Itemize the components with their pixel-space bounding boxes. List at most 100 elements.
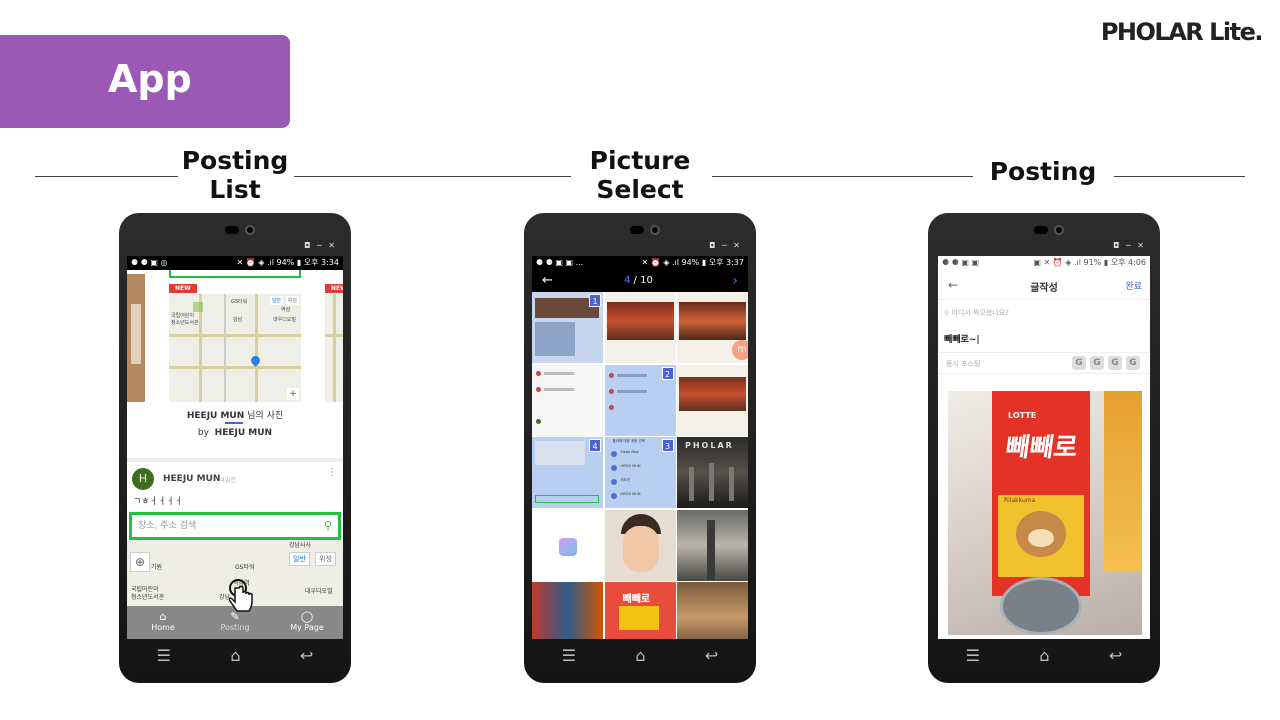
tab-home[interactable]: ⌂ Home	[133, 610, 193, 639]
photo-thumb[interactable]: 플라에 대한 계정 선택 Sleep Moo HEEJU MUN 최도진 HEE…	[604, 437, 676, 508]
share-g-icon[interactable]: G	[1126, 356, 1140, 370]
map-label: GS타워	[235, 564, 255, 571]
menu-icon[interactable]: ☰	[157, 646, 171, 665]
home-button-icon[interactable]: ⌂	[230, 646, 240, 665]
photo-product-text: 빼빼로	[1003, 433, 1080, 463]
back-icon[interactable]: ↩	[300, 646, 313, 665]
status-icons: ⚈ ⚈ ▣ ▣ ...	[536, 258, 584, 267]
map-thumbnail-frame	[169, 270, 301, 278]
photo-snack-label: 빼빼로	[622, 594, 651, 605]
map-label: 대우디오빌	[305, 588, 333, 595]
map-toggle-satellite[interactable]: 위성	[285, 296, 299, 305]
selected-photo[interactable]: LOTTE 빼빼로 Rilakkuma	[948, 391, 1142, 635]
back-icon[interactable]: ↩	[705, 646, 718, 665]
photo-thumb[interactable]	[604, 292, 676, 363]
home-button-icon[interactable]: ⌂	[635, 646, 645, 665]
avatar[interactable]: H	[132, 468, 154, 490]
map-thumbnail[interactable]: GS타워 역삼 국립어린이 청소년도서관 강남 대우디오빌 일반 위성 +	[169, 294, 301, 402]
photo-thumb[interactable]: 4	[532, 437, 603, 508]
photo-thumb[interactable]: 1	[532, 292, 603, 363]
section-title-posting: Posting	[983, 157, 1103, 186]
map-toggle-satellite[interactable]: 위성	[315, 552, 336, 566]
divider-line	[294, 176, 571, 177]
post-text-input[interactable]: 빼빼로~|	[944, 332, 980, 345]
photo-thumb[interactable]	[677, 509, 748, 581]
card-title-suffix: 님의 사진	[244, 411, 284, 421]
account-item: 최도진	[620, 478, 631, 482]
window-controls[interactable]: ◘ ─ ✕	[709, 241, 742, 250]
home-button-icon[interactable]: ⌂	[1039, 646, 1049, 665]
post-username[interactable]: HEEJU MUN	[163, 474, 220, 484]
map-label: 역삼	[281, 307, 291, 313]
done-button[interactable]: 완료	[1125, 279, 1142, 292]
back-icon[interactable]: ↩	[1109, 646, 1122, 665]
section-title-line: Select	[596, 175, 684, 204]
location-placeholder: 어디서 찍으셨나요?	[951, 309, 1009, 317]
photo-thumb[interactable]: m	[677, 292, 748, 363]
next-arrow-icon[interactable]: ›	[732, 270, 738, 292]
selection-total: / 10	[630, 275, 653, 286]
photo-thumb[interactable]: 2	[604, 364, 676, 436]
menu-icon[interactable]: ☰	[966, 646, 980, 665]
card-by-user[interactable]: HEEJU MUN	[215, 428, 272, 438]
account-item: HEEJU MUN	[620, 492, 641, 496]
carousel-card-next[interactable]	[325, 294, 343, 402]
post-text: ㄱㅎㅓㅓㅓㅓ	[133, 497, 183, 507]
photo-thumb[interactable]: PHOLAR	[677, 437, 748, 508]
android-nav-bar: ☰ ⌂ ↩	[532, 639, 748, 671]
share-row: 동시 포스팅 G G G G	[938, 352, 1150, 374]
selection-number: 1	[589, 294, 601, 307]
card-title-underline	[225, 422, 243, 424]
phone-posting-list: ◘ ─ ✕ ⚈ ⚈ ▣ ◎ ✕ ⏰ ◈ .ıl 94% ▮ 오후 3:34 NE…	[119, 213, 351, 683]
map-toggle-normal[interactable]: 일반	[289, 552, 310, 566]
section-title-line: Picture	[589, 146, 691, 175]
locate-me-icon[interactable]: ⊕	[130, 552, 150, 572]
map-label: 강남사사	[289, 542, 312, 549]
photo-thumb[interactable]	[677, 364, 748, 436]
divider-line	[1114, 176, 1245, 177]
window-controls[interactable]: ◘ ─ ✕	[1113, 241, 1146, 250]
back-arrow-icon[interactable]: ←	[542, 270, 553, 292]
photo-thumb[interactable]	[604, 509, 676, 581]
phone-picture-select: ◘ ─ ✕ ⚈ ⚈ ▣ ▣ ... ✕ ⏰ ◈ .ıl 94% ▮ 오후 3:3…	[524, 213, 756, 683]
photo-thumb[interactable]	[532, 509, 603, 581]
location-field[interactable]: ⚲ 어디서 찍으셨나요?	[944, 308, 1144, 322]
share-g-icon[interactable]: G	[1090, 356, 1104, 370]
new-badge: NEW	[169, 284, 197, 293]
window-controls[interactable]: ◘ ─ ✕	[304, 241, 337, 250]
map-label: 강남	[233, 317, 243, 323]
status-icons: ⚈ ⚈ ▣ ▣	[942, 258, 980, 267]
section-title-line: Posting	[989, 157, 1097, 186]
zoom-in-icon[interactable]: +	[287, 388, 299, 400]
map-label: 대우디오빌	[273, 317, 297, 323]
map-toggle-normal[interactable]: 일반	[269, 296, 283, 305]
photo-thumb[interactable]	[532, 364, 603, 436]
app-logo-icon	[559, 537, 577, 556]
phone-posting: ◘ ─ ✕ ⚈ ⚈ ▣ ▣ ▣ ✕ ⏰ ◈ .ıl 91% ▮ 오후 4:06 …	[928, 213, 1160, 683]
selection-number: 2	[661, 366, 674, 380]
slide: PHOLAR Lite. App Posting List Picture Se…	[0, 0, 1280, 720]
carousel-card-prev[interactable]	[127, 274, 145, 402]
card-by-prefix: by	[197, 428, 209, 438]
screen: ⚈ ⚈ ▣ ▣ ... ✕ ⏰ ◈ .ıl 94% ▮ 오후 3:37 ← 4 …	[532, 256, 748, 639]
tab-my-page[interactable]: ◯ My Page	[277, 610, 337, 639]
menu-icon[interactable]: ☰	[562, 646, 576, 665]
photo-thumb[interactable]: 빼빼로	[604, 582, 676, 639]
search-input[interactable]: 장소, 주소 검색 ⚲	[129, 512, 341, 540]
share-label: 동시 포스팅	[946, 360, 981, 368]
search-icon[interactable]: ⚲	[324, 515, 332, 537]
post-header: H HEEJU MUN 4일전 ⋮	[127, 458, 343, 494]
app-banner-label: App	[108, 57, 192, 101]
photo-carousel[interactable]: NEW GS타워 역삼 국립어린이 청소년도서관 강남 대우디오빌 일반 위성	[127, 270, 343, 438]
speaker	[1034, 226, 1048, 234]
status-right: ✕ ⏰ ◈ .ıl 94% ▮ 오후 3:37	[641, 258, 744, 267]
photo-thumb[interactable]	[677, 582, 748, 639]
share-g-icon[interactable]: G	[1072, 356, 1086, 370]
speaker	[225, 226, 239, 234]
app-banner: App	[0, 35, 290, 128]
brand-logo: PHOLAR Lite.	[1100, 18, 1264, 46]
share-g-icon[interactable]: G	[1108, 356, 1122, 370]
photo-thumb[interactable]	[532, 582, 603, 639]
compose-header: ← 글작성 완료	[938, 270, 1150, 300]
more-options-icon[interactable]: ⋮	[327, 468, 337, 478]
